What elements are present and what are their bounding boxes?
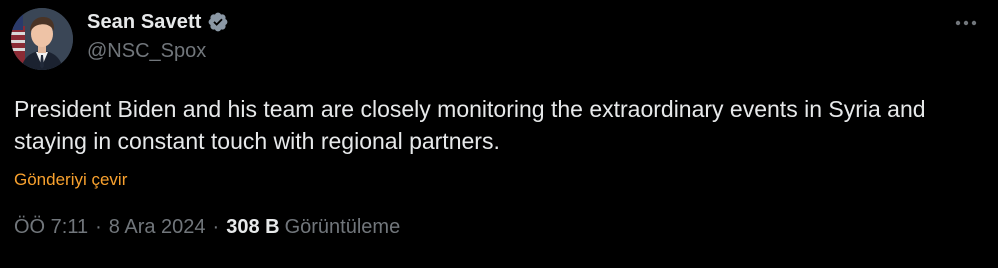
avatar-image: [11, 8, 73, 70]
tweet-card: Sean Savett @NSC_Spox President Biden an…: [0, 0, 998, 268]
author-display-name[interactable]: Sean Savett: [87, 11, 202, 34]
tweet-time[interactable]: ÖÖ 7:11: [14, 216, 88, 239]
avatar[interactable]: [11, 8, 73, 70]
tweet-text: President Biden and his team are closely…: [14, 96, 926, 154]
meta-separator: ·: [212, 216, 220, 238]
author-handle[interactable]: @NSC_Spox: [87, 40, 206, 63]
verified-badge-icon[interactable]: [207, 11, 229, 33]
author-name-row: Sean Savett: [87, 9, 229, 35]
meta-separator: ·: [95, 216, 102, 238]
tweet-metadata: ÖÖ 7:11 · 8 Ara 2024 · 308 B Görüntüleme: [14, 216, 400, 239]
views-label: Görüntüleme: [284, 216, 401, 238]
tweet-date[interactable]: 8 Ara 2024: [109, 216, 206, 239]
views-count: 308 B: [226, 216, 280, 238]
translate-post-link[interactable]: Gönderiyi çevir: [14, 170, 127, 190]
more-horizontal-icon[interactable]: [952, 12, 980, 34]
